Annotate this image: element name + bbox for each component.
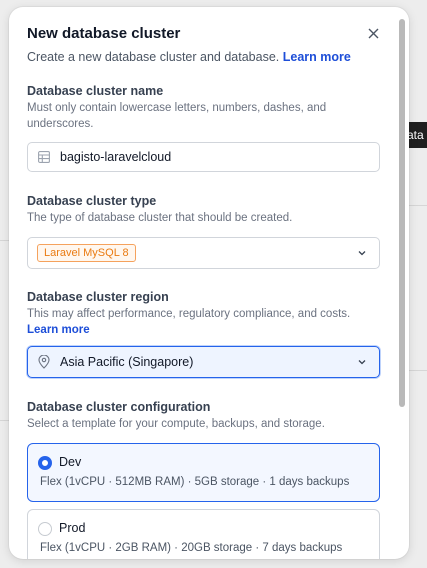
radio-unselected[interactable]: [38, 522, 52, 536]
modal-subtitle-text: Create a new database cluster and databa…: [27, 50, 280, 64]
chevron-down-icon: [358, 251, 366, 256]
config-option-dev[interactable]: Dev Flex (1vCPU · 512MB RAM) · 5GB stora…: [27, 443, 380, 502]
modal-title: New database cluster: [27, 25, 181, 42]
config-option-prod[interactable]: Prod Flex (1vCPU · 2GB RAM) · 20GB stora…: [27, 509, 380, 559]
cluster-region-value: Asia Pacific (Singapore): [60, 355, 194, 369]
config-option-desc: Flex (1vCPU · 512MB RAM) · 5GB storage ·…: [40, 476, 350, 488]
cluster-name-label: Database cluster name: [27, 84, 164, 98]
cluster-region-select[interactable]: Asia Pacific (Singapore): [27, 346, 380, 378]
cluster-region-label: Database cluster region: [27, 290, 169, 304]
background-divider: [409, 205, 427, 206]
config-option-name: Prod: [59, 521, 86, 535]
cluster-type-help: The type of database cluster that should…: [27, 212, 293, 224]
cluster-name-value: bagisto-laravelcloud: [60, 150, 172, 164]
modal-scrollbar[interactable]: [399, 19, 405, 407]
database-table-icon: [38, 150, 52, 164]
cluster-name-input[interactable]: bagisto-laravelcloud: [27, 142, 380, 172]
region-learn-more-link[interactable]: Learn more: [27, 324, 90, 336]
radio-selected[interactable]: [38, 456, 52, 470]
background-divider: [0, 240, 9, 241]
close-icon: [368, 28, 378, 38]
new-database-cluster-modal: New database cluster Create a new databa…: [9, 7, 409, 559]
map-pin-icon: [38, 355, 52, 369]
config-option-desc: Flex (1vCPU · 2GB RAM) · 20GB storage · …: [40, 542, 343, 554]
learn-more-link[interactable]: Learn more: [283, 50, 351, 64]
cluster-region-help: This may affect performance, regulatory …: [27, 306, 367, 338]
background-divider: [409, 370, 427, 371]
cluster-type-select[interactable]: Laravel MySQL 8: [27, 237, 380, 269]
cluster-type-label: Database cluster type: [27, 194, 157, 208]
cluster-type-badge: Laravel MySQL 8: [37, 244, 136, 262]
config-option-name: Dev: [59, 455, 82, 469]
cluster-config-label: Database cluster configuration: [27, 400, 211, 414]
background-divider: [0, 420, 9, 421]
close-button[interactable]: [364, 24, 382, 42]
cluster-name-help: Must only contain lowercase letters, num…: [27, 102, 327, 130]
cluster-config-help: Select a template for your compute, back…: [27, 418, 325, 430]
cluster-region-help-text: This may affect performance, regulatory …: [27, 308, 351, 320]
chevron-down-icon: [358, 360, 366, 365]
modal-subtitle: Create a new database cluster and databa…: [27, 50, 351, 64]
